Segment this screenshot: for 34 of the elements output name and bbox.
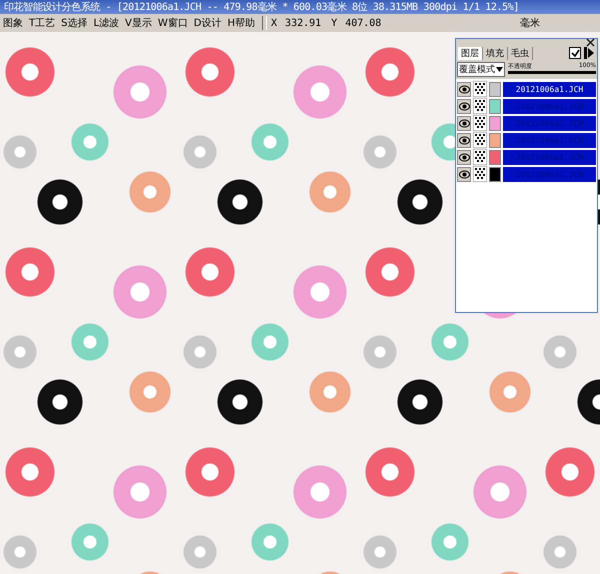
checker-thumbnail-icon — [473, 81, 487, 97]
checker-thumbnail-icon — [473, 166, 487, 182]
checker-thumbnail-icon — [473, 149, 487, 165]
coordinate-label: Y — [331, 18, 338, 28]
menu-item[interactable]: W窗口 — [154, 16, 191, 30]
menu-item[interactable]: T工艺 — [26, 16, 58, 30]
layer-name[interactable]: 20121006a1.JCH — [503, 82, 596, 96]
opacity-slider[interactable] — [508, 71, 596, 74]
coordinate-label: X — [271, 18, 278, 28]
close-icon[interactable] — [586, 38, 595, 47]
visibility-toggle[interactable] — [457, 150, 471, 164]
visibility-toggle[interactable] — [457, 116, 471, 130]
checker-thumbnail-icon — [473, 98, 487, 114]
visibility-toggle[interactable] — [457, 82, 471, 96]
window-title: 印花智能设计分色系统 - [20121006a1.JCH -- 479.98毫米 * 600.03毫米 8位 38.315MB 300dpi 1/1 12.5%] — [4, 0, 519, 14]
menu-item[interactable]: L滤波 — [90, 16, 122, 30]
visibility-toggle[interactable] — [457, 98, 471, 114]
visibility-toggle[interactable] — [457, 132, 471, 148]
menu-item[interactable]: 图象 — [0, 16, 26, 30]
panel-menu-icon[interactable] — [584, 47, 595, 59]
unit-label: 毫米 — [520, 16, 540, 30]
visibility-toggle[interactable] — [457, 166, 471, 182]
menu-item[interactable]: V显示 — [122, 16, 155, 30]
checker-thumbnail-icon — [473, 132, 487, 148]
caret-icon — [496, 67, 503, 72]
checkbox[interactable] — [569, 47, 581, 59]
menu-item[interactable]: D设计 — [190, 16, 224, 30]
menu-item[interactable]: H帮助 — [224, 16, 258, 30]
panel-tab[interactable]: 图层 — [458, 46, 483, 60]
blend-mode-dropdown[interactable]: 覆盖模式 — [457, 62, 505, 77]
coordinate-value: 332.91 — [285, 18, 322, 28]
checker-thumbnail-icon — [473, 115, 487, 131]
menu-item[interactable]: S选择 — [58, 16, 90, 30]
coordinate-value: 407.08 — [345, 18, 382, 28]
